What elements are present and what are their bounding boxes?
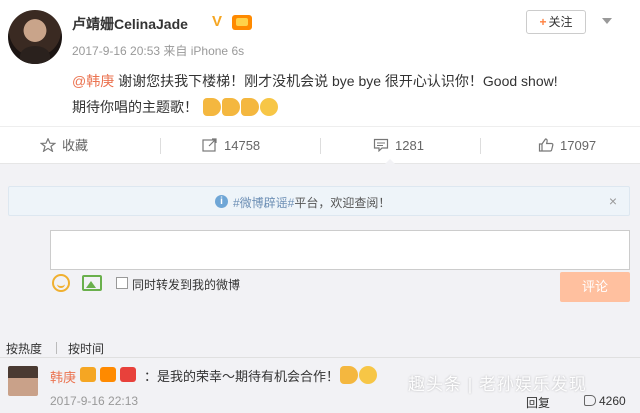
weibo-post: 卢靖姗CelinaJade V 2017-9-16 20:53 来自 iPhon… — [0, 0, 640, 120]
smile-emoji-icon — [259, 98, 278, 117]
chevron-down-icon[interactable] — [602, 18, 612, 24]
reply-button[interactable]: 回复 — [526, 394, 550, 411]
divider — [160, 138, 161, 154]
post-meta: 2017-9-16 20:53 来自 iPhone 6s — [72, 44, 245, 58]
plus-icon: + — [539, 15, 547, 29]
watermark: 趣头条 | 老孙娱乐发现 — [408, 375, 587, 394]
divider — [56, 342, 57, 354]
follow-label: 关注 — [548, 15, 573, 29]
notice-text: #微博辟谣#平台，欢迎查阅！ — [233, 194, 390, 211]
comment-count: 1281 — [395, 138, 424, 153]
author-avatar[interactable] — [8, 10, 62, 64]
mention-link[interactable]: @韩庚 — [72, 73, 114, 89]
comment-sort-bar: 按热度 按时间 — [0, 332, 640, 358]
repost-button[interactable]: 14758 — [202, 127, 260, 165]
close-icon[interactable]: × — [609, 193, 617, 209]
follow-button[interactable]: + 关注 — [526, 10, 586, 34]
member-level-icon — [100, 367, 116, 382]
info-icon: i — [215, 195, 228, 208]
submit-comment-button[interactable]: 评论 — [560, 272, 630, 302]
comment-like-button[interactable]: 4260 — [584, 394, 626, 408]
repost-checkbox[interactable] — [116, 277, 128, 289]
post-text-line1: 谢谢您扶我下楼梯！刚才没机会说 bye bye 很开心认识你！Good show… — [114, 73, 558, 89]
thumbs-up-emoji-icon — [221, 98, 240, 117]
post-action-bar: 收藏 14758 1281 17097 — [0, 126, 640, 166]
repost-checkbox-label[interactable]: 同时转发到我的微博 — [132, 276, 240, 293]
rumor-notice-banner[interactable]: i #微博辟谣#平台，欢迎查阅！ × — [8, 186, 630, 216]
post-content: @韩庚 谢谢您扶我下楼梯！刚才没机会说 bye bye 很开心认识你！Good … — [72, 68, 632, 121]
sort-by-hot[interactable]: 按热度 — [6, 340, 42, 357]
divider — [480, 138, 481, 154]
comment-like-count: 4260 — [599, 394, 626, 408]
notice-hashtag[interactable]: #微博辟谣# — [233, 196, 294, 210]
thumbs-up-emoji-icon — [340, 366, 359, 384]
emoji-group — [202, 95, 278, 121]
comment-body: ：是我的荣幸～期待有机会合作！ — [144, 369, 340, 384]
image-upload-icon[interactable] — [82, 275, 102, 291]
verified-badge-icon — [80, 367, 96, 382]
favorite-button[interactable]: 收藏 — [40, 127, 88, 165]
emoji-picker-icon[interactable] — [52, 274, 70, 292]
thumbs-up-icon — [538, 138, 554, 152]
thumbs-up-emoji-icon — [202, 98, 221, 117]
repost-count: 14758 — [224, 138, 261, 153]
favorite-label: 收藏 — [62, 138, 89, 153]
comment-textarea[interactable] — [50, 230, 630, 270]
divider — [320, 138, 321, 154]
like-count: 17097 — [560, 138, 597, 153]
red-badge-icon — [120, 367, 136, 382]
thumbs-up-icon — [584, 395, 596, 406]
post-text-line2: 期待你唱的主题歌！ — [72, 99, 198, 115]
thumbs-up-emoji-icon — [240, 98, 259, 117]
like-button[interactable]: 17097 — [538, 127, 596, 165]
comment-icon — [373, 138, 389, 152]
notice-message: 平台，欢迎查阅！ — [294, 196, 391, 210]
comment-text: ：是我的荣幸～期待有机会合作！ — [144, 366, 378, 385]
comment-time: 2017-9-16 22:13 — [50, 394, 139, 408]
sort-by-time[interactable]: 按时间 — [68, 340, 104, 357]
repost-icon — [202, 138, 217, 152]
commenter-name[interactable]: 韩庚 — [50, 367, 76, 386]
verified-v-badge: V — [212, 13, 223, 30]
commenter-avatar[interactable] — [8, 366, 38, 396]
member-level-icon — [232, 15, 252, 30]
star-icon — [40, 138, 56, 152]
author-username[interactable]: 卢靖姗CelinaJade — [72, 14, 188, 34]
comment-button[interactable]: 1281 — [373, 127, 424, 166]
smile-emoji-icon — [359, 366, 378, 384]
